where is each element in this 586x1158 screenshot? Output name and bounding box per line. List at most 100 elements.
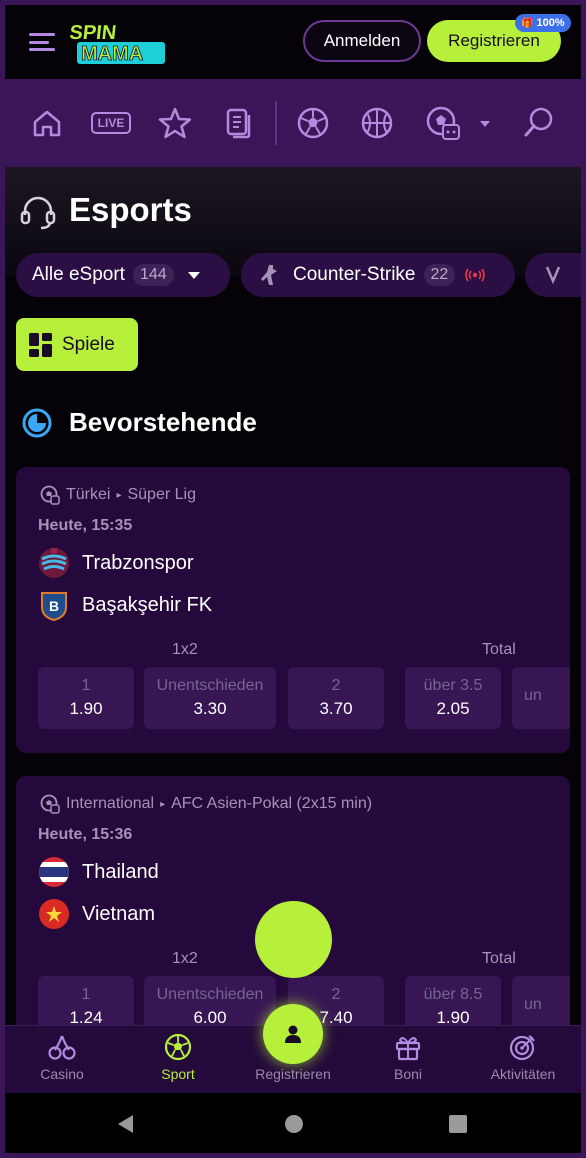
market-label-total: Total xyxy=(482,950,516,967)
nav-divider xyxy=(275,101,277,145)
live-broadcast-icon xyxy=(465,268,486,282)
country-label: Türkei xyxy=(66,486,111,503)
odd-value: 1.90 xyxy=(69,699,103,718)
gift-icon xyxy=(395,1037,421,1061)
games-tab-button[interactable]: Spiele xyxy=(16,318,138,371)
soccer-icon[interactable] xyxy=(295,105,331,141)
recents-icon[interactable] xyxy=(447,1113,469,1135)
menu-icon[interactable] xyxy=(29,33,55,51)
betslip-icon[interactable] xyxy=(221,105,257,141)
thailand-flag-icon xyxy=(39,857,69,887)
league-label: AFC Asien-Pokal (2x15 min) xyxy=(171,795,373,812)
chevron-down-icon xyxy=(187,272,200,279)
chip-count: 22 xyxy=(423,264,456,286)
cherry-icon xyxy=(48,1035,76,1060)
counter-strike-icon xyxy=(261,265,277,285)
odd-label: Unentschieden xyxy=(156,677,264,694)
match-card[interactable]: Türkei ▸ Süper Lig Heute, 15:35 Trabzons… xyxy=(16,467,570,753)
basaksehir-logo: B xyxy=(41,592,67,621)
league-breadcrumb[interactable]: International ▸ AFC Asien-Pokal (2x15 mi… xyxy=(40,794,372,814)
floating-chat-button[interactable] xyxy=(255,901,332,978)
odd-button-draw[interactable]: Unentschieden 6.00 xyxy=(144,976,276,1027)
chevron-down-icon[interactable] xyxy=(479,119,491,129)
home-team: Thailand xyxy=(38,856,159,888)
home-circle-icon[interactable] xyxy=(283,1113,305,1135)
bottom-nav-activities[interactable]: Aktivitäten xyxy=(468,1032,578,1082)
games-tab-label: Spiele xyxy=(62,333,115,355)
bottom-nav-sport[interactable]: Sport xyxy=(123,1032,233,1082)
dashboard-icon xyxy=(29,332,52,357)
market-label-1x2: 1x2 xyxy=(172,950,198,967)
bottom-nav-register[interactable]: Registrieren xyxy=(238,1066,348,1082)
breadcrumb-arrow-icon: ▸ xyxy=(160,798,166,810)
svg-text:SPIN: SPIN xyxy=(69,22,117,44)
team-name: Thailand xyxy=(82,860,159,883)
bottom-nav-bonus[interactable]: Boni xyxy=(353,1032,463,1082)
chip-label: Alle eSport xyxy=(32,264,125,285)
bottom-nav-label: Registrieren xyxy=(255,1066,331,1082)
odd-button-home[interactable]: 1 1.90 xyxy=(38,667,134,729)
odd-button-over[interactable]: über 3.5 2.05 xyxy=(405,667,501,729)
star-icon[interactable] xyxy=(157,105,193,141)
esport-game-icon xyxy=(545,266,561,285)
odd-button-under[interactable]: un xyxy=(512,976,570,1027)
bottom-nav-casino[interactable]: Casino xyxy=(7,1032,117,1082)
sport-nav: LIVE xyxy=(5,79,581,167)
odd-label: 2 xyxy=(331,986,341,1003)
globe-ball-icon xyxy=(40,485,60,505)
market-label-total: Total xyxy=(482,641,516,658)
away-team: Vietnam xyxy=(38,898,155,930)
section-title: Bevorstehende xyxy=(69,407,257,437)
headset-icon xyxy=(20,196,56,230)
league-breadcrumb[interactable]: Türkei ▸ Süper Lig xyxy=(40,485,196,505)
odd-label: über 8.5 xyxy=(423,986,483,1003)
page-title: Esports xyxy=(69,191,192,228)
more-sports-icon[interactable] xyxy=(425,105,469,141)
chip-count: 144 xyxy=(132,264,174,286)
odd-button-home[interactable]: 1 1.24 xyxy=(38,976,134,1027)
odd-label: 1 xyxy=(81,677,91,694)
search-icon[interactable] xyxy=(521,105,557,141)
odd-label: un xyxy=(524,687,542,704)
main-content: Esports Alle eSport 144 Counter-Strike 2… xyxy=(5,167,581,1027)
odd-button-draw[interactable]: Unentschieden 3.30 xyxy=(144,667,276,729)
odd-button-away[interactable]: 2 3.70 xyxy=(288,667,384,729)
soccer-ball-icon xyxy=(164,1033,192,1061)
match-time: Heute, 15:35 xyxy=(38,517,133,534)
breadcrumb-arrow-icon: ▸ xyxy=(116,489,122,501)
system-nav-bar xyxy=(5,1093,581,1153)
bottom-nav-label: Aktivitäten xyxy=(490,1066,556,1082)
svg-text:B: B xyxy=(49,598,59,614)
home-icon[interactable] xyxy=(29,105,65,141)
bottom-nav-label: Casino xyxy=(40,1066,84,1082)
odd-button-over[interactable]: über 8.5 1.90 xyxy=(405,976,501,1027)
user-icon xyxy=(285,1025,301,1043)
filter-chip-next[interactable] xyxy=(525,253,581,297)
odd-label: un xyxy=(524,996,542,1013)
clock-icon xyxy=(22,408,52,438)
live-icon[interactable]: LIVE xyxy=(91,105,133,141)
top-header: SPIN MAMA Anmelden Registrieren 🎁 100% xyxy=(5,5,581,79)
spinmama-logo[interactable]: SPIN MAMA xyxy=(68,19,165,67)
odd-label: 2 xyxy=(331,677,341,694)
odd-button-under[interactable]: un xyxy=(512,667,570,729)
basketball-icon[interactable] xyxy=(359,105,395,141)
league-label: Süper Lig xyxy=(127,486,196,503)
bottom-nav-label: Sport xyxy=(161,1066,195,1082)
country-label: International xyxy=(66,795,155,812)
filter-chip-all-esports[interactable]: Alle eSport 144 xyxy=(16,253,230,297)
odd-label: über 3.5 xyxy=(423,677,483,694)
register-fab-button[interactable] xyxy=(263,1004,323,1064)
back-icon[interactable] xyxy=(115,1113,137,1135)
login-button[interactable]: Anmelden xyxy=(303,20,421,62)
bonus-percent: 100% xyxy=(536,17,565,29)
filter-chip-counter-strike[interactable]: Counter-Strike 22 xyxy=(241,253,515,297)
odd-value: 3.30 xyxy=(193,699,227,718)
odd-value: 3.70 xyxy=(319,699,353,718)
globe-ball-icon xyxy=(40,794,60,814)
team-name: Vietnam xyxy=(82,902,156,925)
home-team: Trabzonspor xyxy=(38,547,194,579)
market-label-1x2: 1x2 xyxy=(172,641,198,658)
away-team: B Başakşehir FK xyxy=(38,589,212,621)
odd-value: 2.05 xyxy=(436,699,470,718)
